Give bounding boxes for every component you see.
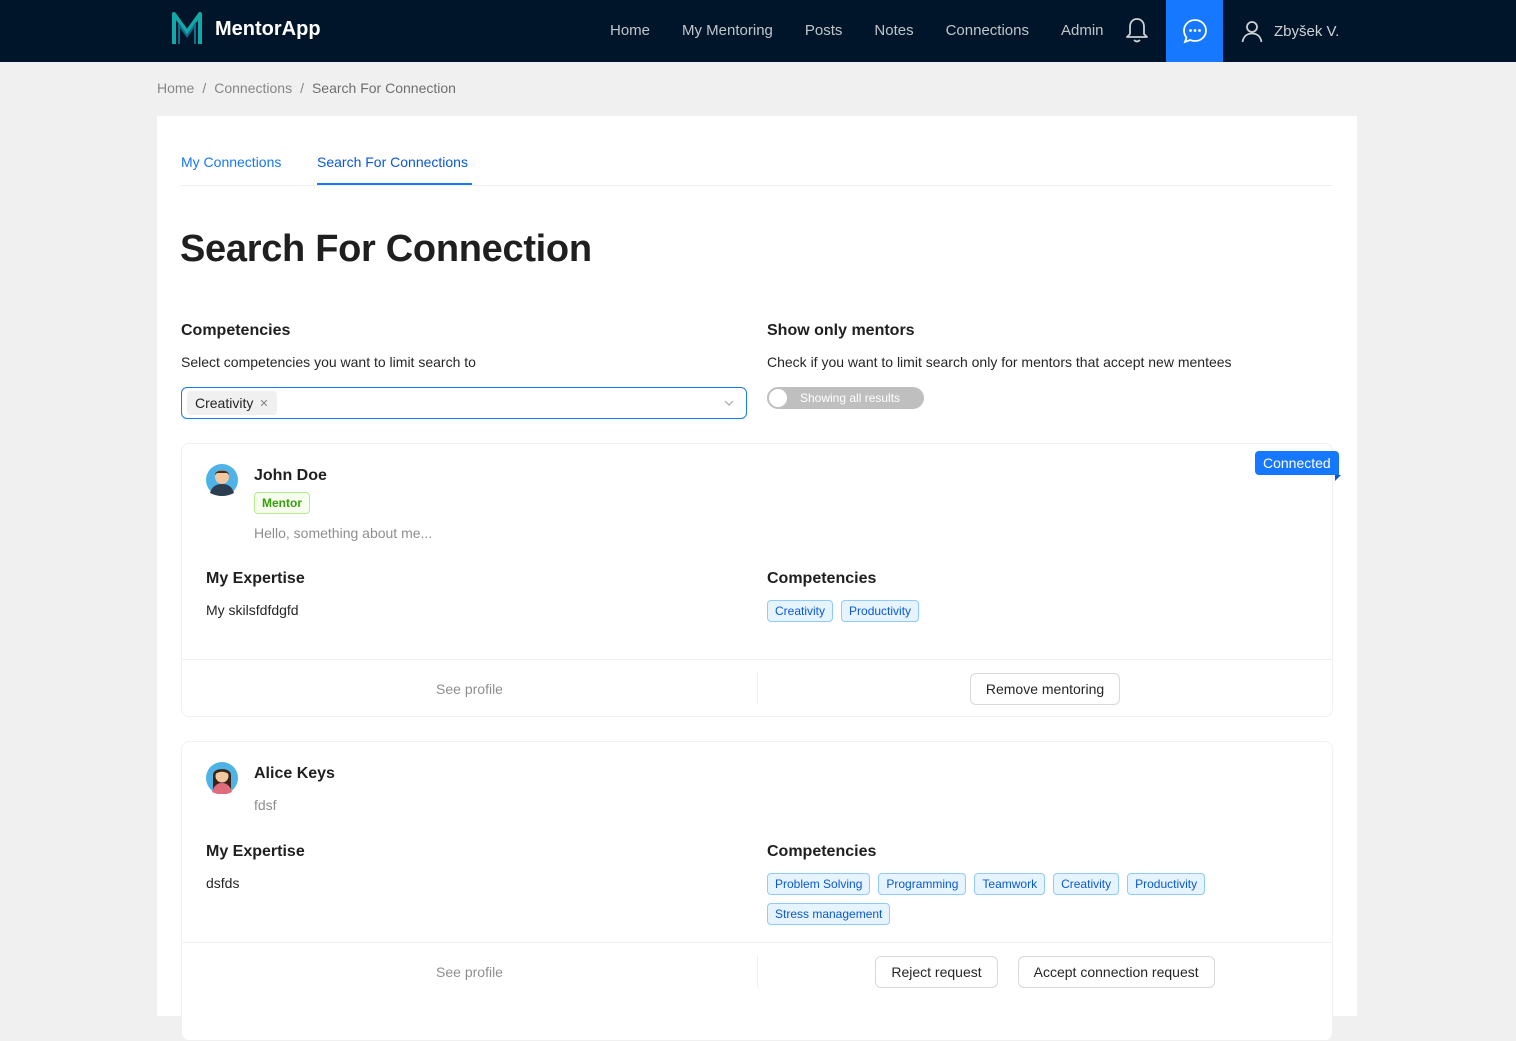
- ribbon-corner: [1335, 475, 1341, 481]
- connected-ribbon: Connected: [1255, 451, 1339, 475]
- mentors-only-switch[interactable]: Showing all results: [767, 387, 924, 409]
- selected-competency-label: Creativity: [195, 395, 254, 411]
- competency-tag: Problem Solving: [767, 873, 871, 895]
- breadcrumb-separator: /: [300, 80, 304, 96]
- competency-tag: Programming: [878, 873, 967, 895]
- competency-tag: Stress management: [767, 903, 891, 925]
- action-buttons: Reject request Accept connection request: [758, 943, 1332, 1001]
- active-tab-indicator: [317, 183, 472, 185]
- accept-connection-button[interactable]: Accept connection request: [1017, 956, 1215, 988]
- tab-search-for-connections[interactable]: Search For Connections: [317, 154, 468, 170]
- tab-my-connections[interactable]: My Connections: [181, 154, 281, 170]
- competency-tag: Creativity: [1053, 873, 1120, 895]
- competencies-title: Competencies: [767, 570, 877, 587]
- nav-notes[interactable]: Notes: [858, 0, 929, 62]
- mentors-filter-subtitle: Check if you want to limit search only f…: [767, 354, 1232, 370]
- selected-competency-tag: Creativity ✕: [187, 391, 277, 415]
- messages-button[interactable]: [1166, 0, 1223, 62]
- user-name: Zbyšek V.: [1274, 22, 1340, 40]
- remove-mentoring-button[interactable]: Remove mentoring: [969, 673, 1121, 705]
- competency-tag: Teamwork: [974, 873, 1046, 895]
- expertise-text: My skilsfdfdgfd: [206, 602, 299, 618]
- nav-admin[interactable]: Admin: [1045, 0, 1120, 62]
- mentor-badge: Mentor: [254, 492, 310, 514]
- switch-knob: [769, 389, 787, 407]
- competency-tag: Productivity: [841, 600, 920, 622]
- avatar: [206, 762, 238, 794]
- mentors-filter-title: Show only mentors: [767, 322, 915, 339]
- breadcrumb-home[interactable]: Home: [157, 80, 194, 96]
- breadcrumb-connections[interactable]: Connections: [214, 80, 292, 96]
- app-name: MentorApp: [215, 17, 321, 40]
- expertise-title: My Expertise: [206, 843, 305, 860]
- tab-bar: My Connections Search For Connections: [181, 116, 1333, 186]
- app-logo[interactable]: MentorApp: [172, 12, 321, 46]
- nav-home[interactable]: Home: [594, 0, 666, 62]
- nav-connections[interactable]: Connections: [930, 0, 1045, 62]
- see-profile-link[interactable]: See profile: [182, 943, 757, 1001]
- user-icon: [1241, 21, 1263, 43]
- chat-icon: [1182, 19, 1207, 44]
- breadcrumb: Home / Connections / Search For Connecti…: [157, 80, 456, 96]
- competency-tags: Problem Solving Programming Teamwork Cre…: [767, 873, 1287, 925]
- expertise-title: My Expertise: [206, 570, 305, 587]
- person-about: fdsf: [254, 797, 277, 813]
- person-about: Hello, something about me...: [254, 525, 433, 541]
- competency-tags: Creativity Productivity: [767, 600, 1287, 622]
- chevron-down-icon: [724, 400, 734, 406]
- bell-icon[interactable]: [1124, 16, 1150, 44]
- switch-label: Showing all results: [800, 391, 901, 405]
- competency-tag: Productivity: [1127, 873, 1206, 895]
- connection-card: John Doe Mentor Hello, something about m…: [181, 443, 1341, 717]
- top-navbar: MentorApp Home My Mentoring Posts Notes …: [0, 0, 1516, 62]
- see-profile-link[interactable]: See profile: [182, 660, 757, 718]
- reject-request-button[interactable]: Reject request: [875, 956, 998, 988]
- avatar: [206, 464, 238, 496]
- logo-m-icon: [172, 12, 202, 44]
- breadcrumb-separator: /: [202, 80, 207, 96]
- card-actions: See profile Reject request Accept connec…: [182, 942, 1332, 1000]
- user-menu[interactable]: Zbyšek V.: [1240, 0, 1339, 62]
- connection-card: Alice Keys fdsf My Expertise dsfds Compe…: [181, 741, 1333, 1041]
- competencies-filter-title: Competencies: [181, 322, 291, 339]
- person-name: Alice Keys: [254, 765, 335, 782]
- competencies-filter-subtitle: Select competencies you want to limit se…: [181, 354, 476, 370]
- breadcrumb-current: Search For Connection: [311, 80, 456, 96]
- competencies-title: Competencies: [767, 843, 877, 860]
- action-buttons: Remove mentoring: [758, 660, 1332, 718]
- content-card: My Connections Search For Connections Se…: [157, 116, 1357, 1041]
- remove-tag-icon[interactable]: ✕: [259, 397, 268, 410]
- nav-my-mentoring[interactable]: My Mentoring: [666, 0, 789, 62]
- person-name: John Doe: [254, 467, 327, 484]
- competency-tag: Creativity: [767, 600, 834, 622]
- competencies-select[interactable]: Creativity ✕: [181, 387, 747, 419]
- nav-posts[interactable]: Posts: [789, 0, 859, 62]
- card-actions: See profile Remove mentoring: [182, 659, 1332, 717]
- main-menu: Home My Mentoring Posts Notes Connection…: [594, 0, 1120, 62]
- expertise-text: dsfds: [206, 875, 240, 891]
- page-title: Search For Connection: [180, 228, 592, 270]
